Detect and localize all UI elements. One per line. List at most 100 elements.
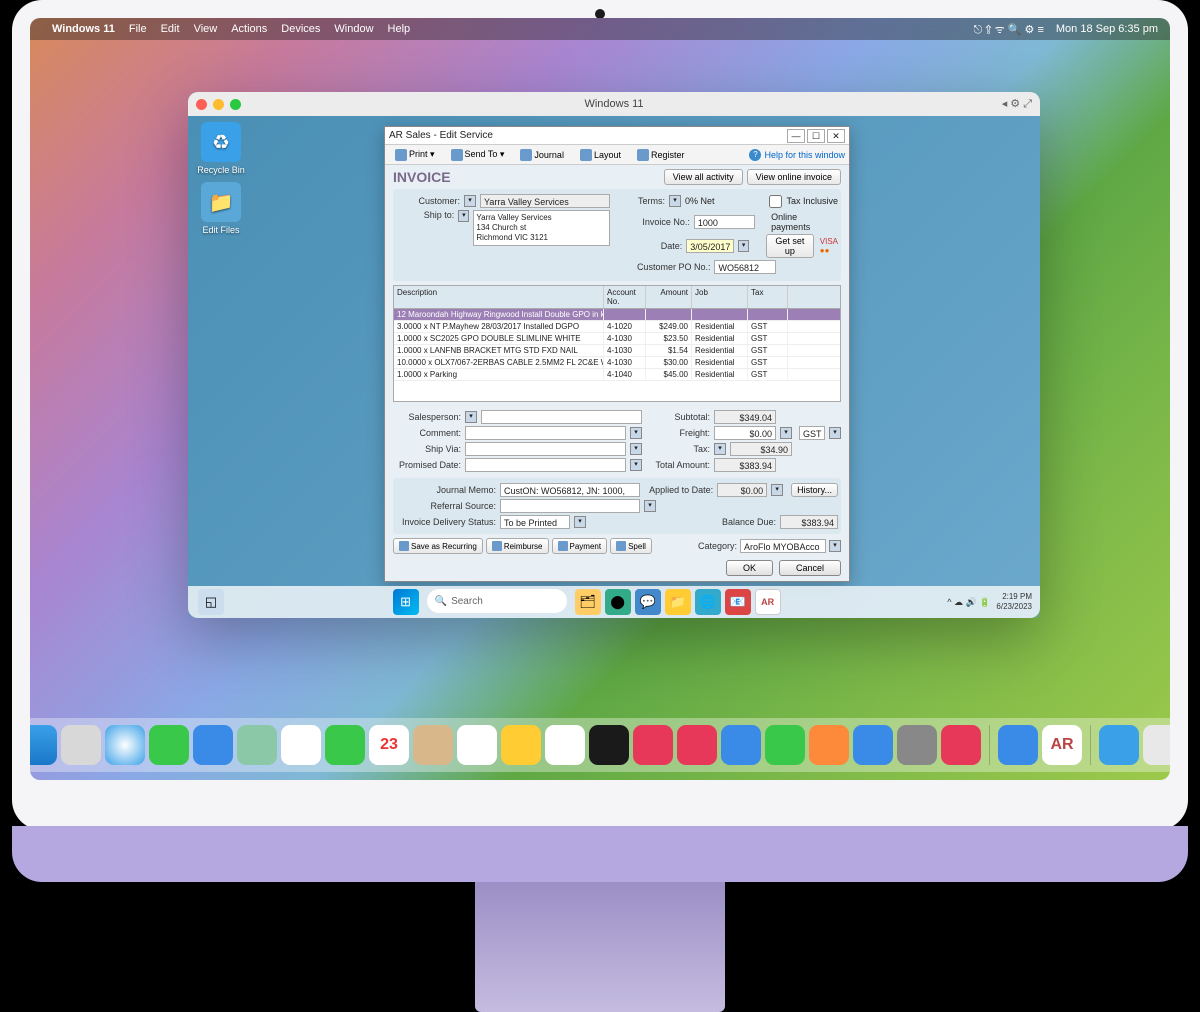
spell-button[interactable]: Spell xyxy=(610,538,652,554)
category-dropdown-icon[interactable]: ▾ xyxy=(829,540,841,552)
music-icon[interactable] xyxy=(633,725,673,765)
terms-dropdown-icon[interactable]: ▾ xyxy=(669,195,681,207)
taskbar-app-1[interactable]: 🗂 xyxy=(575,589,601,615)
col-tax[interactable]: Tax xyxy=(748,286,788,308)
freight-dropdown-icon[interactable]: ▾ xyxy=(780,427,792,439)
journal-button[interactable]: Journal xyxy=(514,148,570,162)
delivery-dropdown-icon[interactable]: ▾ xyxy=(574,516,586,528)
taskbar-app-7[interactable]: AR xyxy=(755,589,781,615)
taskbar-app-2[interactable]: ⬤ xyxy=(605,589,631,615)
parallels-icon[interactable] xyxy=(941,725,981,765)
recycle-bin-icon[interactable]: ♻Recycle Bin xyxy=(194,122,248,175)
table-row[interactable]: 1.0000 x SC2025 GPO DOUBLE SLIMLINE WHIT… xyxy=(394,333,840,345)
salesperson-field[interactable] xyxy=(481,410,642,424)
safari-icon[interactable] xyxy=(105,725,145,765)
print-button[interactable]: Print ▾ xyxy=(389,148,441,162)
windows11-icon[interactable] xyxy=(998,725,1038,765)
close-icon[interactable] xyxy=(196,99,207,110)
table-row[interactable]: 1.0000 x Parking4-1040$45.00ResidentialG… xyxy=(394,369,840,381)
invoice-no-field[interactable]: 1000 xyxy=(694,215,755,229)
col-job[interactable]: Job xyxy=(692,286,748,308)
comment-field[interactable] xyxy=(465,426,626,440)
vm-titlebar[interactable]: Windows 11 ◂ ⚙ ⤢ xyxy=(188,92,1040,116)
vm-controls[interactable]: ◂ ⚙ ⤢ xyxy=(1002,97,1032,111)
taskbar-app-3[interactable]: 💬 xyxy=(635,589,661,615)
ar-app-icon[interactable]: AR xyxy=(1042,725,1082,765)
launchpad-icon[interactable] xyxy=(61,725,101,765)
table-row[interactable]: 10.0000 x OLX7/067-2ERBAS CABLE 2.5MM2 F… xyxy=(394,357,840,369)
ship-via-dropdown-icon[interactable]: ▾ xyxy=(630,443,642,455)
finder-icon[interactable] xyxy=(30,725,57,765)
menubar-app[interactable]: Windows 11 xyxy=(52,23,115,35)
reminders-icon[interactable] xyxy=(457,725,497,765)
tv-icon[interactable] xyxy=(589,725,629,765)
zoom-icon[interactable] xyxy=(230,99,241,110)
minimize-button[interactable]: — xyxy=(787,129,805,143)
taskbar-app-6[interactable]: 📧 xyxy=(725,589,751,615)
status-icons[interactable]: ⎋ ⇪ ᯤ 🔍 ⚙ ≡ xyxy=(974,22,1044,37)
menu-help[interactable]: Help xyxy=(388,23,411,35)
menu-actions[interactable]: Actions xyxy=(231,23,267,35)
table-row[interactable]: 3.0000 x NT P.Mayhew 28/03/2017 Installe… xyxy=(394,321,840,333)
referral-field[interactable] xyxy=(500,499,640,513)
mail-icon[interactable] xyxy=(193,725,233,765)
calendar-icon[interactable]: 23 xyxy=(369,725,409,765)
table-row[interactable]: 1.0000 x LANFNB BRACKET MTG STD FXD NAIL… xyxy=(394,345,840,357)
send-to-button[interactable]: Send To ▾ xyxy=(445,148,511,162)
register-button[interactable]: Register xyxy=(631,148,691,162)
trash-icon[interactable] xyxy=(1143,725,1170,765)
notes-icon[interactable] xyxy=(501,725,541,765)
maps-icon[interactable] xyxy=(237,725,277,765)
reimburse-button[interactable]: Reimburse xyxy=(486,538,549,554)
close-button[interactable]: ✕ xyxy=(827,129,845,143)
freight-tax-field[interactable]: GST xyxy=(799,426,825,440)
comment-dropdown-icon[interactable]: ▾ xyxy=(630,427,642,439)
menu-file[interactable]: File xyxy=(129,23,147,35)
table-row[interactable]: 12 Maroondah Highway Ringwood Install Do… xyxy=(394,309,840,321)
customer-dropdown-icon[interactable]: ▾ xyxy=(464,195,476,207)
promised-date-field[interactable] xyxy=(465,458,626,472)
facetime-icon[interactable] xyxy=(325,725,365,765)
myob-titlebar[interactable]: AR Sales - Edit Service — ☐ ✕ xyxy=(385,127,849,145)
date-field[interactable]: 3/05/2017 xyxy=(686,239,734,253)
view-online-invoice-button[interactable]: View online invoice xyxy=(747,169,841,185)
tax-info-icon[interactable]: ▾ xyxy=(714,443,726,455)
ship-to-dropdown-icon[interactable]: ▾ xyxy=(458,210,469,222)
applied-dropdown-icon[interactable]: ▾ xyxy=(771,484,783,496)
ship-via-field[interactable] xyxy=(465,442,626,456)
customer-field[interactable]: Yarra Valley Services xyxy=(480,194,610,208)
freight-tax-dropdown-icon[interactable]: ▾ xyxy=(829,427,841,439)
news-icon[interactable] xyxy=(677,725,717,765)
freeform-icon[interactable] xyxy=(545,725,585,765)
ok-button[interactable]: OK xyxy=(726,560,773,576)
appstore-icon[interactable] xyxy=(853,725,893,765)
ship-to-field[interactable]: Yarra Valley Services 134 Church st Rich… xyxy=(473,210,610,246)
taskbar-app-4[interactable]: 📁 xyxy=(665,589,691,615)
po-field[interactable]: WO56812 xyxy=(714,260,776,274)
tax-inclusive-checkbox[interactable] xyxy=(769,195,782,208)
maximize-button[interactable]: ☐ xyxy=(807,129,825,143)
help-link[interactable]: ?Help for this window xyxy=(749,149,845,161)
downloads-icon[interactable] xyxy=(1099,725,1139,765)
salesperson-dropdown-icon[interactable]: ▾ xyxy=(465,411,477,423)
pages-icon[interactable] xyxy=(809,725,849,765)
menubar-datetime[interactable]: Mon 18 Sep 6:35 pm xyxy=(1056,23,1158,35)
freight-field[interactable]: $0.00 xyxy=(714,426,776,440)
menu-view[interactable]: View xyxy=(194,23,218,35)
search-input[interactable]: 🔍 Search xyxy=(427,589,567,613)
col-account[interactable]: Account No. xyxy=(604,286,646,308)
col-description[interactable]: Description xyxy=(394,286,604,308)
menu-window[interactable]: Window xyxy=(334,23,373,35)
referral-dropdown-icon[interactable]: ▾ xyxy=(644,500,656,512)
layout-button[interactable]: Layout xyxy=(574,148,627,162)
payment-button[interactable]: Payment xyxy=(552,538,608,554)
date-picker-icon[interactable]: ▾ xyxy=(738,240,749,252)
cancel-button[interactable]: Cancel xyxy=(779,560,841,576)
numbers-icon[interactable] xyxy=(765,725,805,765)
history-button[interactable]: History... xyxy=(791,483,838,497)
widgets-icon[interactable]: ◱ xyxy=(198,589,224,615)
memo-field[interactable]: CustON: WO56812, JN: 1000, REF: Yarr1, P… xyxy=(500,483,640,497)
menu-edit[interactable]: Edit xyxy=(161,23,180,35)
messages-icon[interactable] xyxy=(149,725,189,765)
col-amount[interactable]: Amount xyxy=(646,286,692,308)
